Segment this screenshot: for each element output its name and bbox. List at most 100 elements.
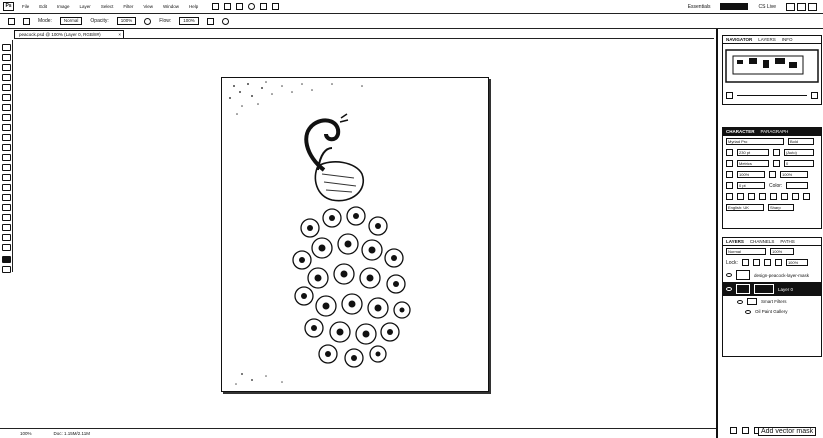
- language-select[interactable]: English: UK: [726, 204, 764, 211]
- menu-view[interactable]: View: [143, 4, 153, 9]
- font-style-select[interactable]: Bold: [788, 138, 814, 145]
- type-tool-icon[interactable]: [2, 194, 11, 201]
- document-canvas[interactable]: [221, 77, 489, 392]
- healing-brush-tool-icon[interactable]: [2, 104, 11, 111]
- pen-tool-icon[interactable]: [2, 184, 11, 191]
- zoom-out-icon[interactable]: [726, 92, 733, 99]
- mode-select[interactable]: Normal: [59, 17, 83, 25]
- small-caps-icon[interactable]: [759, 193, 766, 200]
- shape-tool-icon[interactable]: [2, 214, 11, 221]
- faux-bold-icon[interactable]: [726, 193, 733, 200]
- tracking-field[interactable]: 0: [784, 160, 814, 167]
- tab-layers[interactable]: LAYERS: [726, 239, 744, 244]
- zoom-level[interactable]: 100%: [20, 431, 32, 436]
- 3d-rotate-tool-icon[interactable]: [2, 224, 11, 231]
- arrange-documents-icon[interactable]: [260, 3, 268, 10]
- flow-field[interactable]: 100%: [179, 17, 199, 25]
- kerning-field[interactable]: Metrics: [737, 160, 769, 167]
- link-layers-icon[interactable]: [730, 427, 737, 434]
- visibility-eye-icon[interactable]: [745, 309, 751, 314]
- menu-image[interactable]: Image: [57, 4, 70, 9]
- layer-style-icon[interactable]: [742, 427, 749, 434]
- dodge-tool-icon[interactable]: [2, 174, 11, 181]
- workspace-search-field[interactable]: [720, 3, 749, 10]
- menu-edit[interactable]: Edit: [39, 4, 47, 9]
- move-tool-icon[interactable]: [2, 44, 11, 51]
- tab-channels[interactable]: CHANNELS: [750, 239, 775, 244]
- lock-transparent-icon[interactable]: [741, 259, 749, 266]
- tab-paragraph[interactable]: PARAGRAPH: [761, 129, 789, 134]
- tab-character[interactable]: CHARACTER: [726, 129, 755, 134]
- minimize-icon[interactable]: [786, 2, 795, 11]
- faux-italic-icon[interactable]: [737, 193, 744, 200]
- brush-size-icon[interactable]: [23, 17, 30, 25]
- zoom-tool-icon[interactable]: [2, 244, 11, 251]
- zoom-in-icon[interactable]: [811, 92, 818, 99]
- strikethrough-icon[interactable]: [803, 193, 810, 200]
- smart-filters-row[interactable]: Smart Filters: [723, 296, 821, 307]
- foreground-color-swatch[interactable]: [2, 256, 11, 263]
- all-caps-icon[interactable]: [748, 193, 755, 200]
- history-brush-tool-icon[interactable]: [2, 134, 11, 141]
- quick-selection-tool-icon[interactable]: [2, 74, 11, 81]
- eraser-tool-icon[interactable]: [2, 144, 11, 151]
- workspace-label[interactable]: Essentials: [688, 4, 711, 10]
- blur-tool-icon[interactable]: [2, 164, 11, 171]
- eyedropper-tool-icon[interactable]: [2, 94, 11, 101]
- menu-layer[interactable]: Layer: [80, 4, 91, 9]
- visibility-eye-icon[interactable]: [726, 287, 732, 291]
- font-family-select[interactable]: Myriad Pro: [726, 138, 784, 145]
- underline-icon[interactable]: [792, 193, 799, 200]
- tab-navigator[interactable]: NAVIGATOR: [726, 37, 752, 42]
- close-window-icon[interactable]: [808, 2, 817, 11]
- menu-help[interactable]: Help: [189, 4, 198, 9]
- menu-file[interactable]: File: [22, 4, 29, 9]
- cs-live-label[interactable]: CS Live: [758, 4, 776, 10]
- screen-mode-icon[interactable]: [272, 3, 280, 10]
- menu-window[interactable]: Window: [163, 4, 179, 9]
- blend-mode-select[interactable]: Normal: [726, 248, 766, 255]
- vertical-scale-field[interactable]: 100%: [737, 171, 765, 178]
- zoom-level-icon[interactable]: [248, 3, 256, 10]
- visibility-eye-icon[interactable]: [726, 273, 732, 277]
- marquee-tool-icon[interactable]: [2, 54, 11, 61]
- lasso-tool-icon[interactable]: [2, 64, 11, 71]
- lock-position-icon[interactable]: [763, 259, 771, 266]
- quick-mask-icon[interactable]: [2, 266, 11, 273]
- maximize-icon[interactable]: [797, 2, 806, 11]
- brush-tool-preset-icon[interactable]: [8, 17, 15, 25]
- layer-opacity-field[interactable]: 100%: [770, 248, 794, 255]
- menu-filter[interactable]: Filter: [123, 4, 133, 9]
- mini-bridge-icon[interactable]: [224, 3, 232, 10]
- baseline-shift-field[interactable]: 0 pt: [737, 182, 765, 189]
- crop-tool-icon[interactable]: [2, 84, 11, 91]
- anti-alias-select[interactable]: Sharp: [768, 204, 794, 211]
- airbrush-icon[interactable]: [206, 17, 214, 25]
- layer-row-selected[interactable]: Layer 0: [723, 282, 821, 296]
- path-selection-tool-icon[interactable]: [2, 204, 11, 211]
- canvas-area[interactable]: [14, 39, 714, 428]
- menu-select[interactable]: Select: [101, 4, 114, 9]
- subscript-icon[interactable]: [781, 193, 788, 200]
- clone-stamp-tool-icon[interactable]: [2, 124, 11, 131]
- opacity-field[interactable]: 100%: [116, 17, 137, 25]
- bridge-icon[interactable]: [212, 3, 220, 10]
- navigator-zoom-slider[interactable]: [737, 95, 807, 96]
- gradient-tool-icon[interactable]: [2, 154, 11, 161]
- lock-image-icon[interactable]: [752, 259, 760, 266]
- pressure-size-icon[interactable]: [221, 17, 229, 25]
- tab-paths[interactable]: PATHS: [780, 239, 794, 244]
- tab-layers-nav[interactable]: LAYERS: [758, 37, 775, 42]
- brush-tool-icon[interactable]: [2, 114, 11, 121]
- hand-icon[interactable]: [236, 3, 244, 10]
- horizontal-scale-field[interactable]: 100%: [780, 171, 808, 178]
- text-color-swatch[interactable]: [786, 182, 809, 189]
- pressure-opacity-icon[interactable]: [144, 17, 152, 25]
- document-size-info[interactable]: Doc: 1.15M/2.11M: [54, 431, 90, 436]
- tab-info[interactable]: INFO: [782, 37, 793, 42]
- lock-all-icon[interactable]: [774, 259, 782, 266]
- filter-row[interactable]: Oil Paint Gallery: [723, 307, 821, 316]
- hand-tool-icon[interactable]: [2, 234, 11, 241]
- layer-row[interactable]: design-peacock-layer-mask: [723, 268, 821, 282]
- visibility-eye-icon[interactable]: [737, 299, 743, 304]
